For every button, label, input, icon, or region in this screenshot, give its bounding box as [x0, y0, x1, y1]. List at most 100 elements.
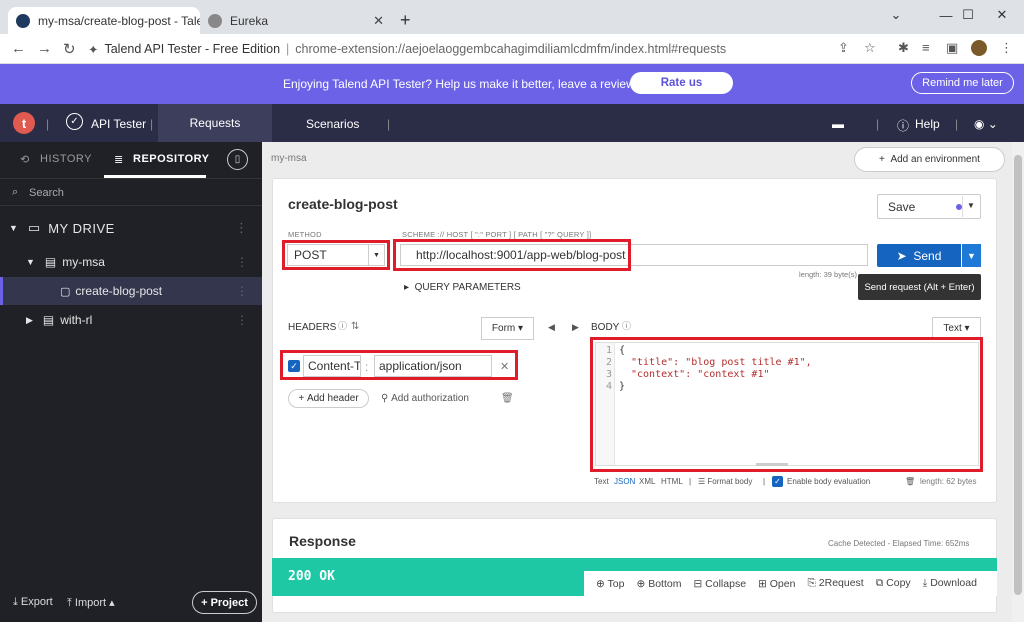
tool-label: Bottom: [648, 577, 682, 590]
request-title[interactable]: create-blog-post: [288, 196, 398, 212]
remove-header-icon[interactable]: ✕: [500, 360, 509, 373]
share-icon[interactable]: ⇪: [838, 40, 849, 56]
add-environment-button[interactable]: + Add an environment: [854, 147, 1005, 172]
tab-search-icon[interactable]: ⌄: [874, 0, 918, 30]
import-button[interactable]: ⤒ Import ▴: [67, 596, 115, 610]
chat-icon[interactable]: ▬: [832, 117, 844, 131]
app-header: [0, 104, 1024, 142]
tool-label: Top: [607, 577, 625, 590]
enable-eval-checkbox[interactable]: ✓: [772, 476, 783, 487]
caret-down-icon: ▼: [9, 223, 18, 233]
my-drive-row[interactable]: ▼ ▭ MY DRIVE ⋮: [0, 214, 262, 242]
omnibox[interactable]: ✦ Talend API Tester - Free Edition | chr…: [88, 38, 894, 60]
more-icon[interactable]: ⋮: [236, 284, 248, 298]
bottom-button[interactable]: ⊕ Bottom: [636, 578, 681, 590]
help-link[interactable]: Help: [915, 117, 940, 131]
add-header-button[interactable]: + Add header: [288, 389, 369, 408]
import-label: Import: [74, 597, 107, 609]
text-label: Text: [943, 323, 962, 334]
download-button[interactable]: ⤓ Download: [923, 577, 977, 590]
export-button[interactable]: ⤓ Export: [13, 596, 53, 609]
collapse-button[interactable]: ⊟ Collapse: [693, 578, 746, 590]
to-request-button[interactable]: ⎘ 2Request: [807, 577, 863, 590]
sidebar-item-with-rl[interactable]: ▶ ▤ with-rl ⋮: [0, 306, 262, 334]
sort-icon[interactable]: ⇅: [351, 321, 359, 332]
trash-icon[interactable]: 🗑: [905, 477, 915, 486]
send-button[interactable]: ➤ Send: [877, 244, 961, 267]
tab-requests[interactable]: Requests: [158, 104, 272, 142]
browser-tab-active[interactable]: my-msa/create-blog-post - Tale ✕: [8, 7, 200, 34]
format-body-button[interactable]: ☰ Format body: [698, 477, 752, 486]
method-select[interactable]: POST ▼: [287, 244, 385, 266]
tab-repository[interactable]: REPOSITORY: [133, 153, 210, 165]
info-icon: ⓘ: [338, 321, 348, 331]
top-button[interactable]: ⊕ Top: [596, 578, 624, 590]
history-clock-icon: ⟲: [20, 154, 30, 166]
sidebar-item-create-blog-post[interactable]: ▢ create-blog-post ⋮: [0, 277, 262, 305]
add-authorization-button[interactable]: ⚲ Add authorization: [381, 393, 469, 404]
expand-right-icon[interactable]: ▶: [572, 322, 579, 333]
form-dropdown[interactable]: Form ▾: [481, 317, 534, 340]
divider: |: [150, 117, 154, 131]
sidebar-item-my-msa[interactable]: ▼ ▤ my-msa ⋮: [0, 248, 262, 276]
browser-tab[interactable]: Eureka ✕: [200, 7, 392, 34]
scrollbar-thumb[interactable]: [1014, 155, 1022, 595]
tab-scenarios[interactable]: Scenarios: [306, 117, 359, 131]
project-icon: ▤: [42, 313, 55, 327]
copy-button[interactable]: ⧉ Copy: [876, 577, 911, 590]
breadcrumb[interactable]: my-msa: [271, 153, 307, 164]
divider: [962, 196, 963, 217]
format-html[interactable]: HTML: [661, 477, 683, 486]
close-window-button[interactable]: ✕: [980, 0, 1024, 30]
cache-info: Cache Detected - Elapsed Time: 652ms: [828, 539, 970, 548]
reload-icon[interactable]: ↻: [63, 40, 76, 58]
chrome-menu-icon[interactable]: ⋮: [1000, 40, 1013, 56]
query-parameters-toggle[interactable]: ▸ QUERY PARAMETERS: [404, 282, 521, 293]
collapse-left-icon[interactable]: ◀: [548, 322, 555, 333]
divider: |: [876, 117, 880, 131]
trash-icon[interactable]: 🗑: [501, 393, 514, 404]
body-highlight: [590, 337, 983, 472]
scheme-label: SCHEME :// HOST [ ":" PORT ] [ PATH [ "?…: [402, 230, 592, 239]
extensions-icon[interactable]: ✱: [898, 40, 909, 56]
more-icon[interactable]: ⋮: [236, 313, 248, 327]
search-box[interactable]: ⌕ Search: [0, 178, 262, 206]
response-toolbar: ⊕ Top ⊕ Bottom ⊟ Collapse ⊞ Open ⎘ 2Requ…: [584, 571, 997, 596]
close-tab-icon[interactable]: ✕: [367, 13, 384, 29]
forward-icon[interactable]: →: [37, 40, 52, 57]
database-icon: ≣: [114, 154, 124, 166]
add-auth-label: Add authorization: [391, 393, 469, 404]
new-file-icon[interactable]: ▯: [227, 149, 248, 170]
chevron-down-icon: ▼: [368, 245, 384, 265]
format-xml[interactable]: XML: [639, 477, 655, 486]
tab-history[interactable]: HISTORY: [40, 153, 92, 165]
profile-avatar[interactable]: [971, 40, 987, 56]
header-name-input[interactable]: Content-T: [303, 355, 361, 377]
save-button[interactable]: Save: [877, 194, 981, 219]
format-text[interactable]: Text: [594, 477, 609, 486]
save-dropdown-icon[interactable]: ▼: [967, 201, 975, 210]
reading-list-icon[interactable]: ≡: [922, 40, 930, 55]
back-icon[interactable]: ←: [11, 40, 26, 57]
new-tab-button[interactable]: +: [400, 10, 411, 31]
bookmark-star-icon[interactable]: ☆: [864, 40, 876, 56]
tab-title: my-msa/create-blog-post - Tale: [38, 13, 200, 28]
help-icon[interactable]: ⓘ: [897, 117, 909, 134]
new-project-button[interactable]: + Project: [192, 591, 257, 614]
method-label: METHOD: [288, 230, 322, 239]
header-value-input[interactable]: application/json: [374, 355, 492, 377]
format-json[interactable]: JSON: [614, 477, 635, 486]
scrollbar[interactable]: [1012, 142, 1024, 622]
save-label: Save: [888, 199, 916, 214]
send-dropdown-icon[interactable]: ▼: [962, 244, 981, 267]
search-placeholder: Search: [29, 187, 64, 199]
header-enabled-checkbox[interactable]: ✓: [288, 360, 300, 372]
open-button[interactable]: ⊞ Open: [758, 578, 795, 590]
rate-us-button[interactable]: Rate us: [630, 72, 733, 94]
side-panel-icon[interactable]: ▣: [946, 40, 958, 56]
remind-later-button[interactable]: Remind me later: [911, 72, 1014, 94]
more-icon[interactable]: ⋮: [235, 220, 248, 236]
headers-label: HEADERS: [288, 322, 337, 333]
more-icon[interactable]: ⋮: [236, 255, 248, 269]
user-icon[interactable]: ◉ ⌄: [974, 117, 998, 131]
